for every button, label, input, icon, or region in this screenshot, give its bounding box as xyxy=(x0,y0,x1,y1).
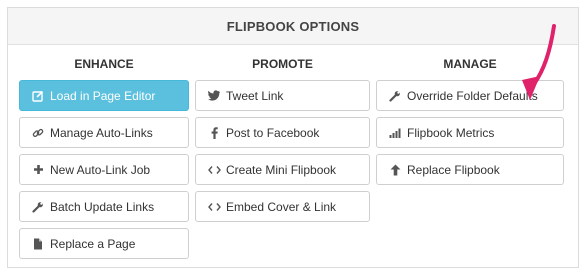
file-icon xyxy=(31,238,45,250)
button-label: Replace Flipbook xyxy=(407,162,500,177)
code-icon xyxy=(207,165,221,175)
embed-cover-link-button[interactable]: Embed Cover & Link xyxy=(195,191,370,222)
button-label: New Auto-Link Job xyxy=(50,162,151,177)
twitter-icon xyxy=(207,90,221,101)
annotation-arrow-icon xyxy=(522,24,556,100)
replace-a-page-button[interactable]: Replace a Page xyxy=(19,228,189,259)
edit-icon xyxy=(31,90,45,102)
load-in-page-editor-button[interactable]: Load in Page Editor xyxy=(19,80,189,111)
button-label: Post to Facebook xyxy=(226,125,320,140)
tweet-link-button[interactable]: Tweet Link xyxy=(195,80,370,111)
arrow-up-icon xyxy=(388,164,402,176)
wrench-icon xyxy=(388,90,402,102)
flipbook-options-panel: FLIPBOOK OPTIONS ENHANCE Load in Page Ed… xyxy=(7,7,579,268)
signal-icon xyxy=(388,128,402,138)
plus-icon xyxy=(31,164,45,175)
new-auto-link-job-button[interactable]: New Auto-Link Job xyxy=(19,154,189,185)
create-mini-flipbook-button[interactable]: Create Mini Flipbook xyxy=(195,154,370,185)
button-label: Flipbook Metrics xyxy=(407,125,495,140)
facebook-icon xyxy=(207,126,221,139)
wrench-icon xyxy=(31,201,45,213)
button-label: Batch Update Links xyxy=(50,199,155,214)
link-icon xyxy=(31,127,45,139)
column-title-promote: PROMOTE xyxy=(252,57,313,71)
button-label: Manage Auto-Links xyxy=(50,125,153,140)
button-label: Replace a Page xyxy=(50,236,136,251)
button-label: Load in Page Editor xyxy=(50,88,156,103)
code-icon xyxy=(207,202,221,212)
promote-column: PROMOTE Tweet Link Post to Facebook Crea… xyxy=(195,56,370,228)
panel-title: FLIPBOOK OPTIONS xyxy=(8,8,578,45)
button-label: Create Mini Flipbook xyxy=(226,162,337,177)
button-label: Tweet Link xyxy=(226,88,284,103)
enhance-column: ENHANCE Load in Page Editor Manage Auto-… xyxy=(19,56,189,265)
button-label: Embed Cover & Link xyxy=(226,199,337,214)
post-to-facebook-button[interactable]: Post to Facebook xyxy=(195,117,370,148)
batch-update-links-button[interactable]: Batch Update Links xyxy=(19,191,189,222)
column-title-enhance: ENHANCE xyxy=(74,57,134,71)
replace-flipbook-button[interactable]: Replace Flipbook xyxy=(376,154,564,185)
flipbook-metrics-button[interactable]: Flipbook Metrics xyxy=(376,117,564,148)
manage-auto-links-button[interactable]: Manage Auto-Links xyxy=(19,117,189,148)
